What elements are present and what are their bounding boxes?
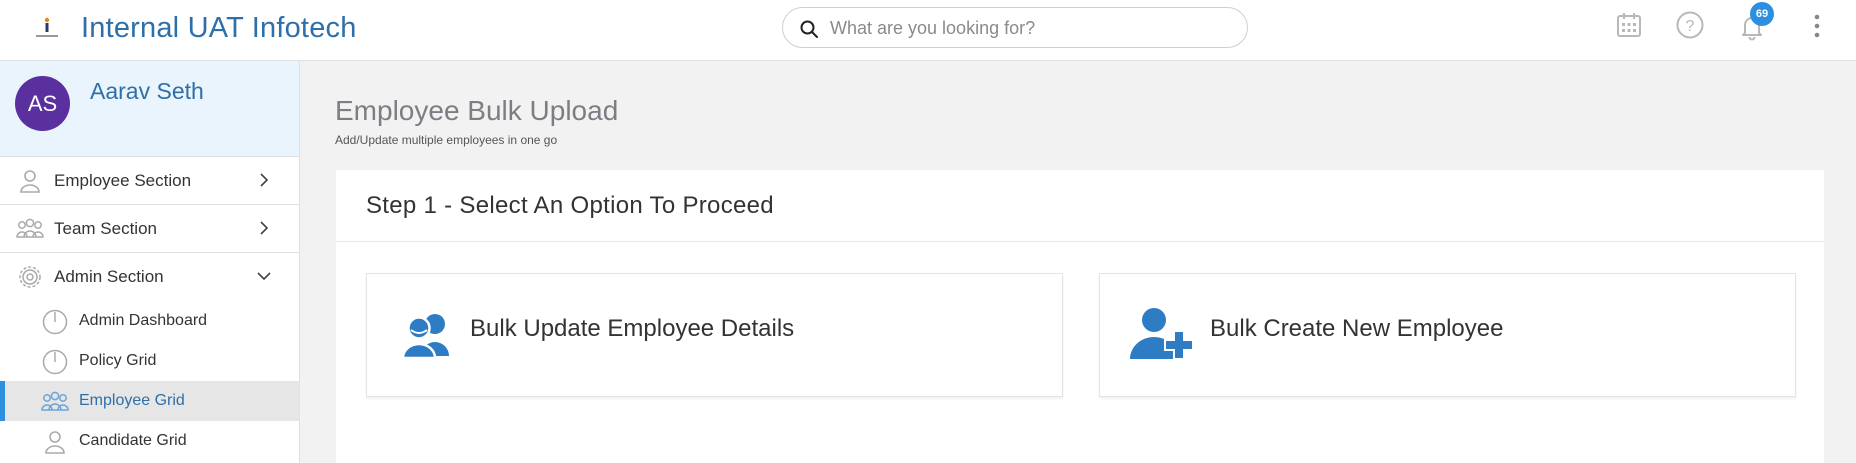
- sidebar-item-label: Candidate Grid: [79, 432, 187, 449]
- sidebar-item-employee-grid[interactable]: Employee Grid: [0, 381, 299, 421]
- bulk-create-option[interactable]: Bulk Create New Employee: [1099, 273, 1796, 397]
- person-icon: [45, 431, 65, 454]
- sidebar-section-label: Admin Section: [54, 267, 164, 286]
- company-logo[interactable]: [34, 14, 60, 40]
- user-name[interactable]: Aarav Seth: [90, 75, 250, 107]
- sidebar-item-label: Policy Grid: [79, 352, 157, 369]
- sidebar-item-candidate-grid[interactable]: Candidate Grid: [0, 421, 299, 461]
- sidebar: AS Aarav Seth Employee Section Team Sect…: [0, 61, 300, 463]
- user-profile[interactable]: AS Aarav Seth: [0, 61, 299, 157]
- notification-badge[interactable]: 69: [1750, 2, 1774, 26]
- sidebar-section-team[interactable]: Team Section: [0, 205, 299, 253]
- svg-text:?: ?: [1686, 18, 1695, 35]
- search-bar[interactable]: [782, 7, 1248, 48]
- help-icon[interactable]: ?: [1675, 10, 1705, 40]
- page-subtitle: Add/Update multiple employees in one go: [335, 133, 558, 147]
- page-title: Employee Bulk Upload: [335, 95, 619, 126]
- step-card: Step 1 - Select An Option To Proceed Bul…: [336, 170, 1824, 463]
- sidebar-item-policy-grid[interactable]: Policy Grid: [0, 341, 299, 381]
- sidebar-section-label: Team Section: [54, 219, 157, 238]
- sidebar-item-label: Admin Dashboard: [79, 312, 208, 329]
- more-vertical-icon[interactable]: [1802, 12, 1832, 42]
- sidebar-section-label: Employee Section: [54, 171, 192, 190]
- step-title: Step 1 - Select An Option To Proceed: [366, 192, 774, 219]
- chevron-down-icon: [257, 272, 271, 281]
- gear-icon: [19, 266, 41, 288]
- sidebar-item-label: Employee Grid: [79, 392, 185, 409]
- bulk-update-option[interactable]: Bulk Update Employee Details: [366, 273, 1063, 397]
- top-bar: Internal UAT Infotech ? 69: [0, 0, 1856, 61]
- option-label: Bulk Create New Employee: [1210, 315, 1504, 342]
- search-icon: [800, 20, 818, 38]
- dashboard-gauge-icon: [42, 349, 68, 375]
- user-add-icon: [1130, 308, 1194, 360]
- team-icon: [41, 391, 69, 411]
- chevron-right-icon: [260, 173, 269, 187]
- users-update-icon: [401, 314, 449, 360]
- dashboard-gauge-icon: [42, 309, 68, 335]
- search-input[interactable]: [830, 12, 1230, 44]
- team-icon: [16, 218, 44, 238]
- app-title[interactable]: Internal UAT Infotech: [81, 12, 357, 45]
- option-label: Bulk Update Employee Details: [470, 315, 795, 342]
- sidebar-section-employee[interactable]: Employee Section: [0, 157, 299, 205]
- avatar[interactable]: AS: [15, 76, 70, 131]
- sidebar-section-admin[interactable]: Admin Section: [0, 253, 299, 301]
- card-header: Step 1 - Select An Option To Proceed: [336, 170, 1824, 242]
- person-icon: [20, 170, 40, 193]
- chevron-right-icon: [260, 221, 269, 235]
- calendar-icon[interactable]: [1614, 10, 1644, 40]
- sidebar-item-admin-dashboard[interactable]: Admin Dashboard: [0, 301, 299, 341]
